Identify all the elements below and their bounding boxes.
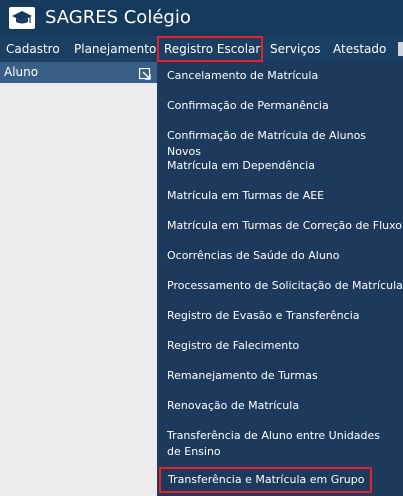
panel-body bbox=[0, 83, 157, 496]
menu-option-ocorrencias-saude[interactable]: Ocorrências de Saúde do Aluno bbox=[157, 248, 403, 264]
menu-item-cadastro[interactable]: Cadastro bbox=[6, 36, 60, 62]
menu-item-registro-escolar[interactable]: Registro Escolar bbox=[157, 36, 263, 62]
menu-option-matricula-correcao-fluxo[interactable]: Matrícula em Turmas de Correção de Fluxo bbox=[157, 218, 403, 234]
menu-option-confirmacao-permanencia[interactable]: Confirmação de Permanência bbox=[157, 98, 403, 114]
menu-item-atestado[interactable]: Atestado bbox=[333, 36, 386, 62]
graduation-cap-icon bbox=[9, 7, 35, 29]
registro-escolar-dropdown: Cancelamento de Matrícula Confirmação de… bbox=[157, 62, 403, 496]
menu-option-confirmacao-matricula-novos[interactable]: Confirmação de Matrícula de Alunos Novos bbox=[157, 128, 403, 160]
menu-overflow-edge bbox=[398, 42, 403, 56]
panel-header: Aluno bbox=[0, 62, 157, 83]
menu-option-processamento-solicitacao[interactable]: Processamento de Solicitação de Matrícul… bbox=[157, 278, 403, 294]
app-title: SAGRES Colégio bbox=[45, 7, 191, 28]
menu-option-cancelamento-matricula[interactable]: Cancelamento de Matrícula bbox=[157, 68, 403, 84]
menu-option-matricula-aee[interactable]: Matrícula em Turmas de AEE bbox=[157, 188, 403, 204]
menu-option-renovacao-matricula[interactable]: Renovação de Matrícula bbox=[157, 398, 403, 414]
menu-item-servicos[interactable]: Serviços bbox=[270, 36, 321, 62]
menu-bar: Cadastro Planejamento Registro Escolar S… bbox=[0, 36, 403, 62]
title-bar: SAGRES Colégio bbox=[0, 0, 403, 36]
panel-title: Aluno bbox=[4, 65, 39, 79]
menu-option-transferencia-unidades[interactable]: Transferência de Aluno entre Unidades de… bbox=[157, 428, 401, 460]
menu-option-transferencia-grupo[interactable]: Transferência e Matrícula em Grupo bbox=[159, 467, 372, 493]
menu-option-matricula-dependencia[interactable]: Matrícula em Dependência bbox=[157, 158, 403, 174]
menu-option-registro-falecimento[interactable]: Registro de Falecimento bbox=[157, 338, 403, 354]
menu-item-planejamento[interactable]: Planejamento bbox=[74, 36, 156, 62]
menu-option-registro-evasao[interactable]: Registro de Evasão e Transferência bbox=[157, 308, 403, 324]
menu-option-remanejamento-turmas[interactable]: Remanejamento de Turmas bbox=[157, 368, 403, 384]
